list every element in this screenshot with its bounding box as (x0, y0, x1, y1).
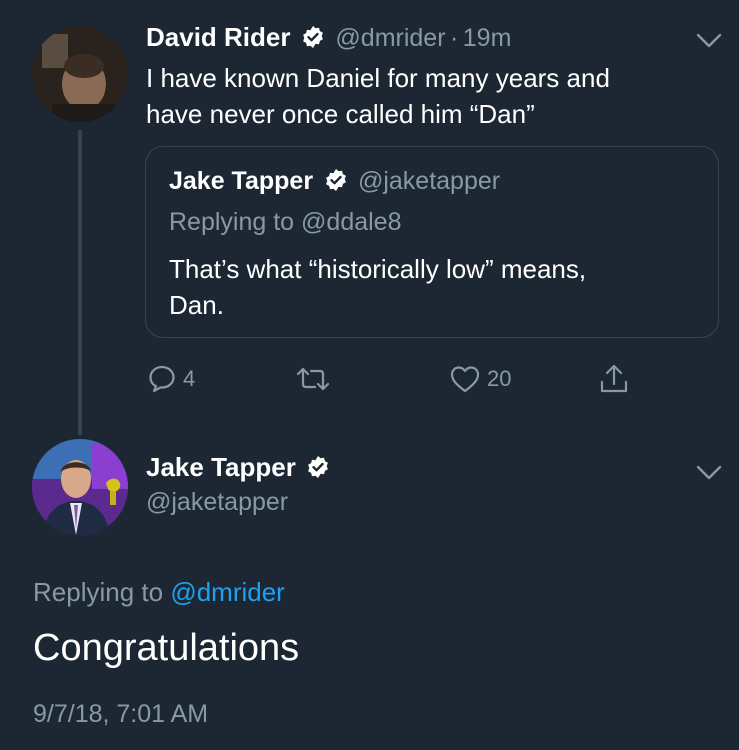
chevron-down-icon[interactable] (696, 33, 722, 54)
replying-to-link[interactable]: @dmrider (170, 577, 285, 607)
quoted-tweet[interactable]: Jake Tapper @jaketapper Replying to @dda… (145, 146, 719, 338)
quoted-text-line2: Dan. (169, 290, 224, 320)
first-tweet-text-line1: I have known Daniel for many years and (146, 63, 610, 93)
main-author-name[interactable]: Jake Tapper (146, 452, 296, 482)
reply-count: 4 (183, 366, 196, 391)
quoted-author-handle: @jaketapper (357, 167, 501, 195)
heart-icon (450, 366, 480, 393)
separator-dot: · (449, 24, 459, 52)
replying-prefix: Replying to (33, 577, 164, 607)
quoted-tweet-text: That’s what “historically low” means, Da… (169, 251, 586, 323)
share-action[interactable] (597, 362, 631, 396)
quoted-text-line1: That’s what “historically low” means, (169, 254, 587, 284)
main-replying-line: Replying to @dmrider (33, 577, 285, 608)
verified-badge-icon (306, 455, 330, 479)
verified-badge-icon (301, 25, 325, 49)
share-icon (600, 364, 628, 393)
retweet-action[interactable] (295, 364, 337, 394)
main-author-handle[interactable]: @jaketapper (146, 488, 288, 517)
first-tweet-text-line2: have never once called him “Dan” (146, 99, 535, 129)
main-tweet-header: Jake Tapper (146, 452, 330, 483)
first-tweet-text: I have known Daniel for many years and h… (146, 60, 610, 132)
author-handle[interactable]: @dmrider (335, 24, 445, 52)
replying-to-handle: @ddale8 (301, 208, 402, 236)
reply-icon (149, 365, 175, 393)
avatar-photo-icon (32, 439, 128, 535)
like-action[interactable]: 20 (449, 364, 511, 394)
chevron-down-icon[interactable] (696, 465, 722, 486)
jake-tapper-avatar[interactable] (32, 439, 128, 535)
first-tweet-header: David Rider @dmrider · 19m (146, 22, 511, 53)
like-count: 20 (487, 366, 512, 391)
tweet-timestamp[interactable]: 9/7/18, 7:01 AM (33, 700, 208, 729)
quoted-tweet-header: Jake Tapper @jaketapper (169, 167, 500, 196)
replying-prefix: Replying to (169, 208, 295, 236)
reply-action[interactable]: 4 (147, 364, 195, 394)
retweet-icon (296, 367, 330, 391)
verified-badge-icon (324, 168, 348, 192)
quoted-replying-line: Replying to @ddale8 (169, 208, 401, 237)
author-name[interactable]: David Rider (146, 22, 291, 52)
david-rider-avatar[interactable] (32, 26, 128, 122)
thread-line (78, 130, 82, 435)
time-ago[interactable]: 19m (463, 24, 512, 52)
quoted-author-name: Jake Tapper (169, 167, 314, 195)
main-tweet-text: Congratulations (33, 627, 300, 669)
avatar-photo-icon (32, 26, 128, 122)
